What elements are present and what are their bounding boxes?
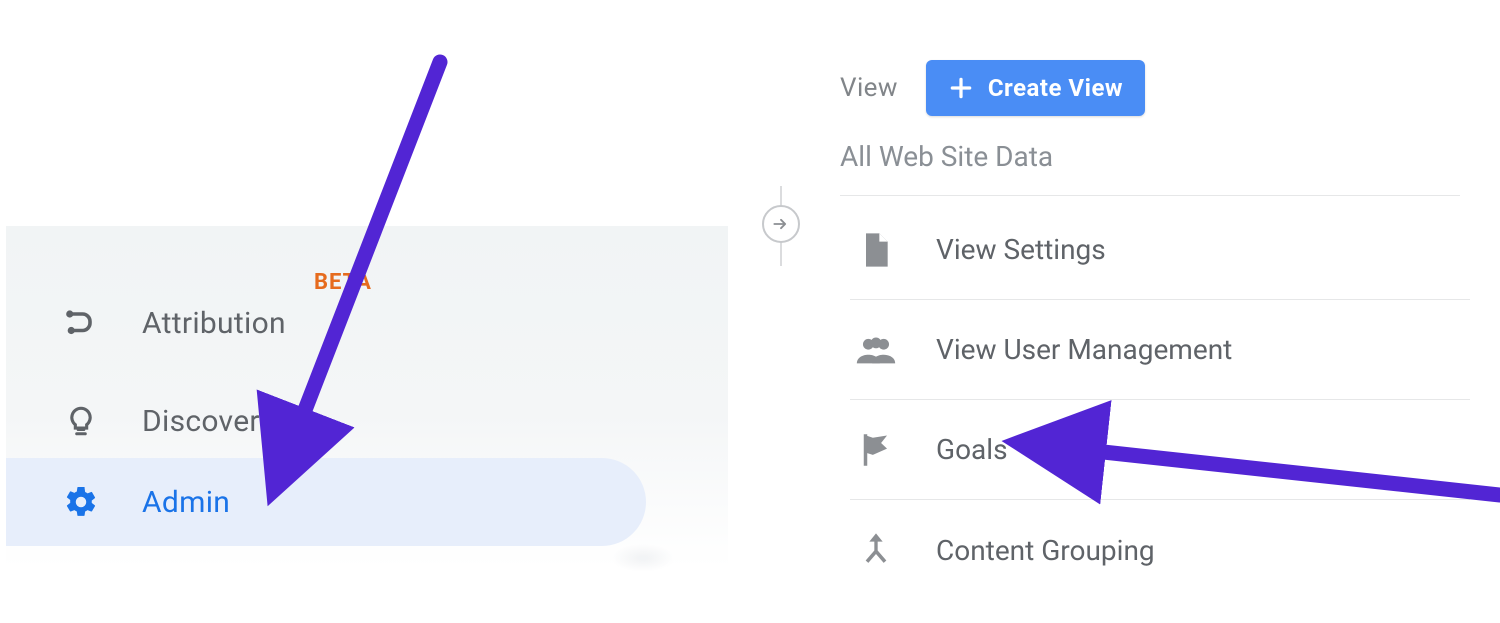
nav-item-attribution[interactable]: Attribution BETA [6, 286, 646, 360]
merge-icon [850, 524, 902, 576]
view-menu: View Settings View User Management Goals… [850, 200, 1470, 600]
decorative-blur [598, 538, 688, 578]
gear-icon [62, 483, 100, 521]
view-name[interactable]: All Web Site Data [840, 140, 1460, 196]
menu-label: Goals [936, 433, 1008, 466]
menu-item-goals[interactable]: Goals [850, 400, 1470, 500]
plus-icon [948, 75, 974, 101]
nav-label: Discover [142, 404, 260, 439]
nav-item-discover[interactable]: Discover [6, 384, 646, 458]
create-view-label: Create View [988, 74, 1123, 102]
menu-item-user-management[interactable]: View User Management [850, 300, 1470, 400]
flag-icon [850, 424, 902, 476]
users-icon [850, 324, 902, 376]
nav-label: Admin [142, 485, 230, 520]
column-label: View [840, 73, 898, 103]
file-icon [850, 224, 902, 276]
view-column: View Create View All Web Site Data View … [750, 0, 1500, 623]
nav-label: Attribution [142, 306, 286, 341]
beta-badge: BETA [314, 270, 372, 295]
lightbulb-icon [62, 402, 100, 440]
nav-item-admin[interactable]: Admin [6, 458, 646, 546]
menu-item-content-grouping[interactable]: Content Grouping [850, 500, 1470, 600]
menu-label: Content Grouping [936, 534, 1155, 567]
view-column-header: View Create View [840, 60, 1145, 116]
menu-label: View User Management [936, 333, 1232, 366]
collapse-arrow-icon[interactable] [762, 205, 800, 243]
attribution-icon [62, 304, 100, 342]
create-view-button[interactable]: Create View [926, 60, 1145, 116]
left-nav: Attribution BETA Discover Admin [6, 226, 728, 568]
menu-label: View Settings [936, 233, 1106, 266]
menu-item-view-settings[interactable]: View Settings [850, 200, 1470, 300]
